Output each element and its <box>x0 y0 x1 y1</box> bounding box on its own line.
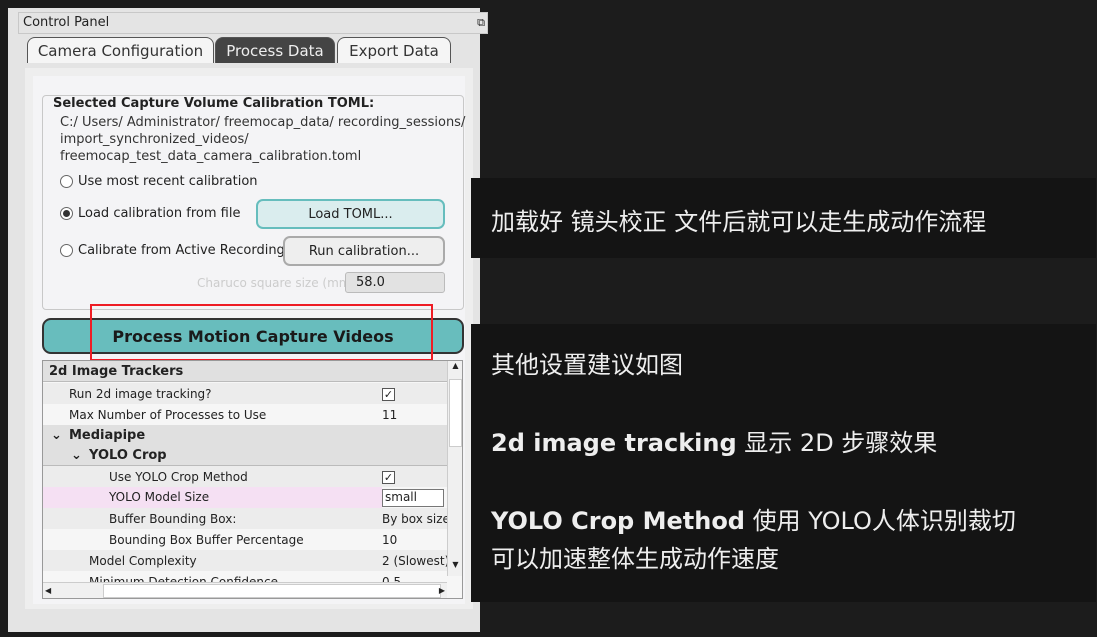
radio-icon[interactable] <box>60 175 73 188</box>
scroll-left-icon[interactable]: ◀ <box>45 586 51 595</box>
tree-row[interactable]: Bounding Box Buffer Percentage 10 <box>43 529 447 550</box>
tree-row-selected[interactable]: YOLO Model Size small <box>43 487 447 508</box>
scroll-right-icon[interactable]: ▶ <box>439 586 445 595</box>
note-text: 加载好 镜头校正 文件后就可以走生成动作流程 <box>491 208 987 236</box>
panel-titlebar: Control Panel ⧉ <box>18 12 488 34</box>
tree-value[interactable]: 10 <box>382 533 447 547</box>
calibration-path: C:/ Users/ Administrator/ freemocap_data… <box>60 115 466 130</box>
note-text: 使用 YOLO人体识别裁切 <box>744 507 1016 535</box>
tree-group-yolo[interactable]: ⌄ YOLO Crop <box>43 445 447 466</box>
tree-label: Bounding Box Buffer Percentage <box>109 532 304 547</box>
tree-row[interactable]: Buffer Bounding Box: By box size <box>43 508 447 529</box>
radio-use-recent[interactable]: Use most recent calibration <box>60 174 258 189</box>
scroll-thumb[interactable] <box>103 584 441 598</box>
vertical-scrollbar[interactable]: ▲ ▼ <box>447 361 462 576</box>
radio-icon[interactable] <box>60 244 73 257</box>
note-text: 其他设置建议如图 <box>491 351 683 379</box>
tree-row[interactable]: Model Complexity 2 (Slowest) <box>43 550 447 571</box>
tree-label: Buffer Bounding Box: <box>109 511 237 526</box>
radio-label: Load calibration from file <box>78 206 241 221</box>
tab-camera-configuration[interactable]: Camera Configuration <box>27 37 214 63</box>
radio-icon[interactable] <box>60 207 73 220</box>
note-text: 可以加速整体生成动作速度 <box>491 545 779 573</box>
tree-label: Model Complexity <box>89 553 197 568</box>
note-text: 显示 2D 步骤效果 <box>736 429 938 457</box>
tree-label: Mediapipe <box>69 427 146 443</box>
calibration-path: import_synchronized_videos/ <box>60 132 249 147</box>
radio-label: Use most recent calibration <box>78 174 258 189</box>
tree-label: 2d Image Trackers <box>49 363 184 379</box>
radio-calibrate-active[interactable]: Calibrate from Active Recording <box>60 243 285 258</box>
parameter-tree[interactable]: 2d Image Trackers Run 2d image tracking?… <box>42 360 463 599</box>
note-text-bold: YOLO Crop Method <box>491 507 745 535</box>
panel-title: Control Panel <box>23 15 110 30</box>
scroll-up-icon[interactable]: ▲ <box>448 361 462 377</box>
load-toml-button[interactable]: Load TOML... <box>256 199 445 229</box>
annotation-note-settings: 其他设置建议如图 2d image tracking 显示 2D 步骤效果 YO… <box>471 324 1096 602</box>
radio-load-file[interactable]: Load calibration from file <box>60 206 240 221</box>
tree-value[interactable]: By box size <box>382 512 447 526</box>
horizontal-scrollbar[interactable]: ◀ ▶ <box>43 582 447 598</box>
model-size-combo[interactable]: small <box>382 488 444 507</box>
tree-label: YOLO Crop <box>89 447 167 463</box>
annotation-note-calibration: 加载好 镜头校正 文件后就可以走生成动作流程 <box>471 178 1096 258</box>
tree-label: Use YOLO Crop Method <box>109 469 248 484</box>
tree-value[interactable]: 2 (Slowest) <box>382 554 447 568</box>
checkbox-icon[interactable]: ✓ <box>382 470 395 484</box>
float-icon[interactable]: ⧉ <box>477 16 485 30</box>
checkbox-icon[interactable]: ✓ <box>382 387 395 401</box>
scroll-thumb[interactable] <box>449 379 462 447</box>
tab-export-data[interactable]: Export Data <box>337 37 451 63</box>
scroll-down-icon[interactable]: ▼ <box>448 560 462 576</box>
run-calibration-button[interactable]: Run calibration... <box>283 236 445 266</box>
charuco-size-label: Charuco square size (mm) <box>197 276 356 290</box>
tab-process-data[interactable]: Process Data <box>215 37 335 63</box>
calibration-group-title: Selected Capture Volume Calibration TOML… <box>51 96 377 111</box>
chevron-down-icon[interactable]: ⌄ <box>51 428 69 443</box>
tree-label: YOLO Model Size <box>43 487 382 508</box>
tree-group-mediapipe[interactable]: ⌄ Mediapipe <box>43 425 447 446</box>
tree-row[interactable]: Use YOLO Crop Method ✓ <box>43 466 447 487</box>
tree-value[interactable]: 11 <box>382 408 447 422</box>
highlight-box <box>90 304 433 361</box>
chevron-down-icon[interactable]: ⌄ <box>71 448 89 463</box>
radio-label: Calibrate from Active Recording <box>78 243 285 258</box>
tree-header[interactable]: 2d Image Trackers <box>43 361 447 382</box>
calibration-path: freemocap_test_data_camera_calibration.t… <box>60 149 362 164</box>
charuco-size-input[interactable]: 58.0 <box>345 272 445 293</box>
note-text-bold: 2d image tracking <box>491 429 737 457</box>
tree-row[interactable]: Run 2d image tracking? ✓ <box>43 383 447 404</box>
tree-label: Max Number of Processes to Use <box>69 407 267 422</box>
tree-row[interactable]: Max Number of Processes to Use 11 <box>43 404 447 425</box>
tree-label: Run 2d image tracking? <box>69 386 212 401</box>
